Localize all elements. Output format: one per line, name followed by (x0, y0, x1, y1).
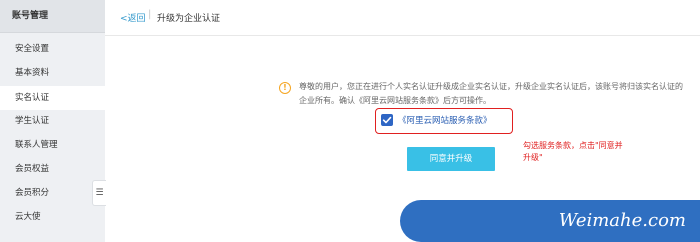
breadcrumb-separator: | (148, 9, 152, 20)
sidebar-item-security-settings[interactable]: 安全设置 (0, 37, 105, 61)
sidebar-item-cloud-ambassador[interactable]: 云大使 (0, 205, 105, 229)
terms-checkbox[interactable] (381, 114, 393, 126)
agree-and-upgrade-button[interactable]: 同意并升级 (407, 147, 495, 171)
page-title: 升级为企业认证 (157, 14, 221, 24)
instruction-hint: 勾选服务条款，点击"同意并升级" (523, 141, 623, 162)
warning-icon: ! (279, 82, 291, 94)
sidebar: 账号管理 安全设置 基本资料 实名认证 学生认证 联系人管理 会员权益 会员积分… (0, 0, 106, 242)
sidebar-item-contacts[interactable]: 联系人管理 (0, 133, 105, 157)
menu-collapse-icon[interactable]: ☰ (92, 180, 106, 206)
back-link[interactable]: <返回 (120, 11, 146, 24)
sidebar-title: 账号管理 (0, 0, 105, 33)
watermark-logo: Weimahe.com (400, 200, 700, 242)
sidebar-item-student-auth[interactable]: 学生认证 (0, 109, 105, 133)
sidebar-item-basic-profile[interactable]: 基本资料 (0, 61, 105, 85)
notice-text: 尊敬的用户，您正在进行个人实名认证升级成企业实名认证，升级企业实名认证后，该账号… (299, 82, 683, 105)
sidebar-item-real-name-auth[interactable]: 实名认证 (0, 86, 105, 110)
terms-of-service-link[interactable]: 《阿里云网站服务条款》 (398, 114, 492, 126)
page-header: <返回 | 升级为企业认证 (105, 0, 700, 36)
sidebar-item-member-benefits[interactable]: 会员权益 (0, 157, 105, 181)
sidebar-item-member-points[interactable]: 会员积分 (0, 181, 105, 205)
checkmark-icon (382, 116, 392, 124)
